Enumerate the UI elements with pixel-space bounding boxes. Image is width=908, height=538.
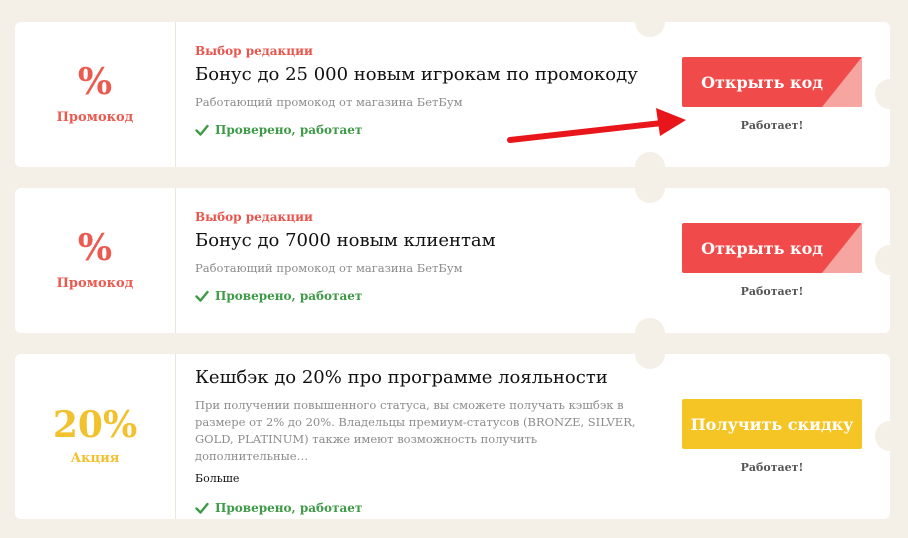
offer-badge: % Промокод [15,188,176,333]
works-status: Работает! [740,119,804,132]
button-label: Открыть код [701,238,823,258]
more-link[interactable]: Больше [195,472,645,485]
percent-icon: % [77,227,113,269]
offer-description: Работающий промокод от магазина БетБум [195,95,463,109]
ticket-notch [875,245,905,275]
verified-status: Проверено, работает [195,123,655,137]
open-code-button[interactable]: Открыть код [682,223,862,273]
offer-actions: Получить скидку Работает! [682,399,862,474]
code-reveal-corner [822,223,862,273]
code-reveal-corner [822,57,862,107]
offer-details: Кешбэк до 20% про программе лояльности П… [195,354,645,515]
verified-label: Проверено, работает [215,289,363,303]
offer-actions: Открыть код Работает! [682,223,862,298]
checkmark-icon [195,124,209,136]
checkmark-icon [195,502,209,514]
percent-icon: % [77,61,113,103]
offer-type-label: Акция [70,451,120,466]
ticket-notch [875,79,905,109]
offer-description: При получении повышенного статуса, вы см… [195,398,636,463]
offer-title: Кешбэк до 20% про программе лояльности [195,367,608,388]
offer-details: Выбор редакции Бонус до 7000 новым клиен… [195,188,655,303]
offer-title: Бонус до 7000 новым клиентам [195,230,496,251]
verified-label: Проверено, работает [215,501,363,515]
editor-pick-label: Выбор редакции [195,44,313,58]
ticket-notch [635,173,665,203]
open-code-button[interactable]: Открыть код [682,57,862,107]
get-discount-button[interactable]: Получить скидку [682,399,862,449]
offer-actions: Открыть код Работает! [682,57,862,132]
verified-label: Проверено, работает [215,123,363,137]
works-status: Работает! [740,461,804,474]
ticket-notch [875,421,905,451]
button-label: Получить скидку [690,414,854,434]
offer-type-label: Промокод [56,110,134,125]
editor-pick-label: Выбор редакции [195,210,313,224]
offer-card: 20% Акция Кешбэк до 20% про программе ло… [15,339,905,519]
offer-badge: % Промокод [15,22,176,167]
offer-title: Бонус до 25 000 новым игрокам по промоко… [195,64,638,85]
works-status: Работает! [740,285,804,298]
ticket-notch [635,339,665,369]
discount-value: 20% [52,404,138,446]
offer-description: Работающий промокод от магазина БетБум [195,261,463,275]
ticket-notch [635,7,665,37]
offer-badge: 20% Акция [15,354,176,519]
offer-card: % Промокод Выбор редакции Бонус до 7000 … [15,173,905,348]
offer-type-label: Промокод [56,276,134,291]
button-label: Открыть код [701,72,823,92]
offer-details: Выбор редакции Бонус до 25 000 новым игр… [195,22,655,137]
verified-status: Проверено, работает [195,289,655,303]
offer-card: % Промокод Выбор редакции Бонус до 25 00… [15,7,905,182]
checkmark-icon [195,290,209,302]
verified-status: Проверено, работает [195,501,645,515]
